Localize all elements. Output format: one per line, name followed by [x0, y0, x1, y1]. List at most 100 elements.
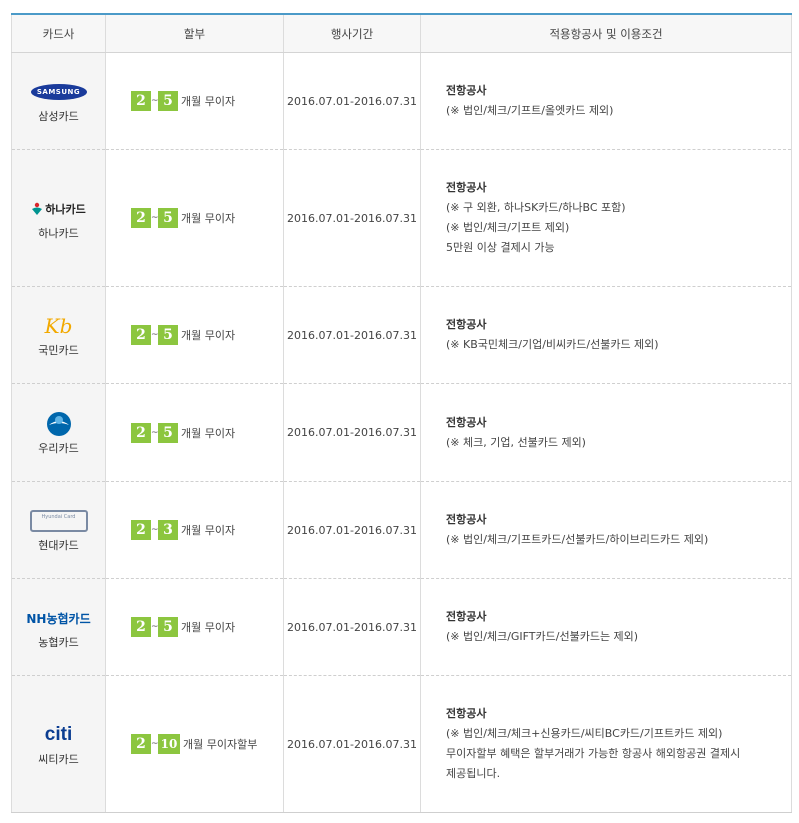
conditions-cell: 전항공사 (※ KB국민체크/기업/비씨카드/선불카드 제외): [420, 286, 792, 384]
card-name: 국민카드: [38, 344, 79, 357]
conditions-cell: 전항공사 (※ 법인/체크/GIFT카드/선불카드는 제외): [420, 578, 792, 676]
condition-line: (※ 법인/체크/기프트 제외): [446, 221, 570, 234]
condition-line: (※ 체크, 기업, 선불카드 제외): [446, 435, 586, 449]
citi-card-logo-icon: citi: [44, 724, 73, 745]
table-row: 우리카드 2 ~5 개월 무이자 2016.07.01-2016.07.31 전항공…: [11, 383, 792, 482]
header-conditions: 적용항공사 및 이용조건: [420, 13, 792, 53]
hana-symbol-icon: [32, 202, 43, 215]
installment-text: 개월 무이자: [181, 329, 236, 342]
range-tilde: ~: [151, 427, 159, 438]
samsung-card-logo-icon: SAMSUNG: [13, 78, 104, 106]
condition-title: 전항공사: [446, 84, 487, 97]
event-period: 2016.07.01-2016.07.31: [283, 481, 421, 579]
installment-text: 개월 무이자: [181, 212, 236, 225]
table-row: SAMSUNG 삼성카드 2 ~5 개월 무이자 2016.07.01-2016.0…: [11, 52, 792, 150]
condition-title: 전항공사: [446, 318, 487, 331]
card-company-cell: Kb 국민카드: [11, 286, 106, 384]
card-name: 씨티카드: [38, 753, 79, 766]
installment-text: 개월 무이자: [181, 95, 236, 108]
event-period: 2016.07.01-2016.07.31: [283, 675, 421, 813]
hyundai-card-logo-icon: Hyundai Card: [13, 507, 104, 535]
condition-line: (※ 법인/체크/기프트카드/선불카드/하이브리드카드 제외): [446, 533, 709, 546]
range-tilde: ~: [151, 739, 159, 749]
condition-title: 전항공사: [446, 415, 487, 429]
card-promo-table: 카드사 할부 행사기간 적용항공사 및 이용조건 SAMSUNG 삼성카드 2 ~…: [11, 13, 792, 813]
table-row: citi 씨티카드 2 ~10 개월 무이자할부 2016.07.01-2016.0…: [11, 675, 792, 813]
installment-cell: 2 ~10 개월 무이자할부: [105, 675, 284, 813]
months-from-badge: 2: [131, 520, 151, 540]
card-name: 하나카드: [38, 227, 79, 240]
conditions-cell: 전항공사 (※ 법인/체크/기프트/올엣카드 제외): [420, 52, 792, 150]
condition-line: (※ 구 외환, 하나SK카드/하나BC 포함): [446, 201, 626, 214]
condition-line: 무이자할부 혜택은 할부거래가 가능한 항공사 해외항공권 결제시: [446, 747, 741, 760]
installment-cell: 2 ~5 개월 무이자: [105, 149, 284, 287]
installment-text: 개월 무이자할부: [183, 738, 258, 751]
condition-line: (※ 법인/체크/GIFT카드/선불카드는 제외): [446, 630, 639, 643]
card-promo-table-container: 카드사 할부 행사기간 적용항공사 및 이용조건 SAMSUNG 삼성카드 2 ~…: [11, 13, 792, 813]
event-period: 2016.07.01-2016.07.31: [283, 383, 421, 482]
condition-title: 전항공사: [446, 513, 487, 526]
header-card-company: 카드사: [11, 13, 106, 53]
installment-text: 개월 무이자: [181, 426, 236, 440]
header-installment: 할부: [105, 13, 284, 53]
condition-title: 전항공사: [446, 181, 487, 194]
event-period: 2016.07.01-2016.07.31: [283, 578, 421, 676]
installment-cell: 2 ~5 개월 무이자: [105, 52, 284, 150]
conditions-cell: 전항공사 (※ 법인/체크/기프트카드/선불카드/하이브리드카드 제외): [420, 481, 792, 579]
card-company-cell: Hyundai Card 현대카드: [11, 481, 106, 579]
table-row: 하나카드 하나카드 2 ~5 개월 무이자 2016.07.01-2016.07.3…: [11, 149, 792, 287]
conditions-cell: 전항공사 (※ 체크, 기업, 선불카드 제외): [420, 383, 792, 482]
months-to-badge: 3: [158, 520, 178, 540]
installment-cell: 2 ~3 개월 무이자: [105, 481, 284, 579]
card-company-cell: NH농협카드 농협카드: [11, 578, 106, 676]
installment-text: 개월 무이자: [181, 524, 236, 537]
installment-cell: 2 ~5 개월 무이자: [105, 383, 284, 482]
condition-line: 5만원 이상 결제시 가능: [446, 241, 555, 254]
nh-card-logo-icon: NH농협카드: [26, 611, 91, 626]
card-name: 우리카드: [38, 441, 79, 455]
range-tilde: ~: [151, 525, 159, 535]
table-row: Hyundai Card 현대카드 2 ~3 개월 무이자 2016.07.01-2…: [11, 481, 792, 579]
range-tilde: ~: [151, 96, 159, 106]
hana-card-logo-icon: 하나카드: [13, 195, 104, 223]
months-from-badge: 2: [131, 734, 151, 754]
range-tilde: ~: [151, 213, 159, 223]
months-to-badge: 5: [158, 325, 178, 345]
installment-cell: 2 ~5 개월 무이자: [105, 578, 284, 676]
range-tilde: ~: [151, 330, 159, 340]
months-from-badge: 2: [131, 617, 151, 637]
months-from-badge: 2: [131, 325, 151, 345]
kb-card-logo-icon: Kb: [44, 314, 73, 338]
card-company-cell: 우리카드: [11, 383, 106, 482]
card-name: 농협카드: [38, 636, 79, 649]
event-period: 2016.07.01-2016.07.31: [283, 52, 421, 150]
range-tilde: ~: [151, 622, 159, 632]
condition-line: (※ KB국민체크/기업/비씨카드/선불카드 제외): [446, 338, 659, 351]
card-company-cell: citi 씨티카드: [11, 675, 106, 813]
woori-card-logo-icon: [13, 410, 104, 438]
months-to-badge: 5: [158, 617, 178, 637]
months-to-badge: 5: [158, 422, 178, 443]
event-period: 2016.07.01-2016.07.31: [283, 149, 421, 287]
card-company-cell: 하나카드 하나카드: [11, 149, 106, 287]
months-to-badge: 10: [158, 734, 180, 754]
table-row: NH농협카드 농협카드 2 ~5 개월 무이자 2016.07.01-2016.07…: [11, 578, 792, 676]
table-row: Kb 국민카드 2 ~5 개월 무이자 2016.07.01-2016.07.31 …: [11, 286, 792, 384]
condition-title: 전항공사: [446, 707, 487, 720]
condition-line: 제공됩니다.: [446, 767, 501, 780]
condition-title: 전항공사: [446, 610, 487, 623]
months-from-badge: 2: [131, 208, 151, 228]
card-company-cell: SAMSUNG 삼성카드: [11, 52, 106, 150]
condition-line: (※ 법인/체크/체크+신용카드/씨티BC카드/기프트카드 제외): [446, 727, 723, 740]
conditions-cell: 전항공사 (※ 구 외환, 하나SK카드/하나BC 포함) (※ 법인/체크/기…: [420, 149, 792, 287]
conditions-cell: 전항공사 (※ 법인/체크/체크+신용카드/씨티BC카드/기프트카드 제외) 무…: [420, 675, 792, 813]
months-to-badge: 5: [158, 91, 178, 111]
months-from-badge: 2: [131, 422, 151, 443]
card-name: 현대카드: [38, 539, 79, 552]
header-event-period: 행사기간: [283, 13, 421, 53]
months-from-badge: 2: [131, 91, 151, 111]
months-to-badge: 5: [158, 208, 178, 228]
installment-cell: 2 ~5 개월 무이자: [105, 286, 284, 384]
installment-text: 개월 무이자: [181, 621, 236, 634]
event-period: 2016.07.01-2016.07.31: [283, 286, 421, 384]
